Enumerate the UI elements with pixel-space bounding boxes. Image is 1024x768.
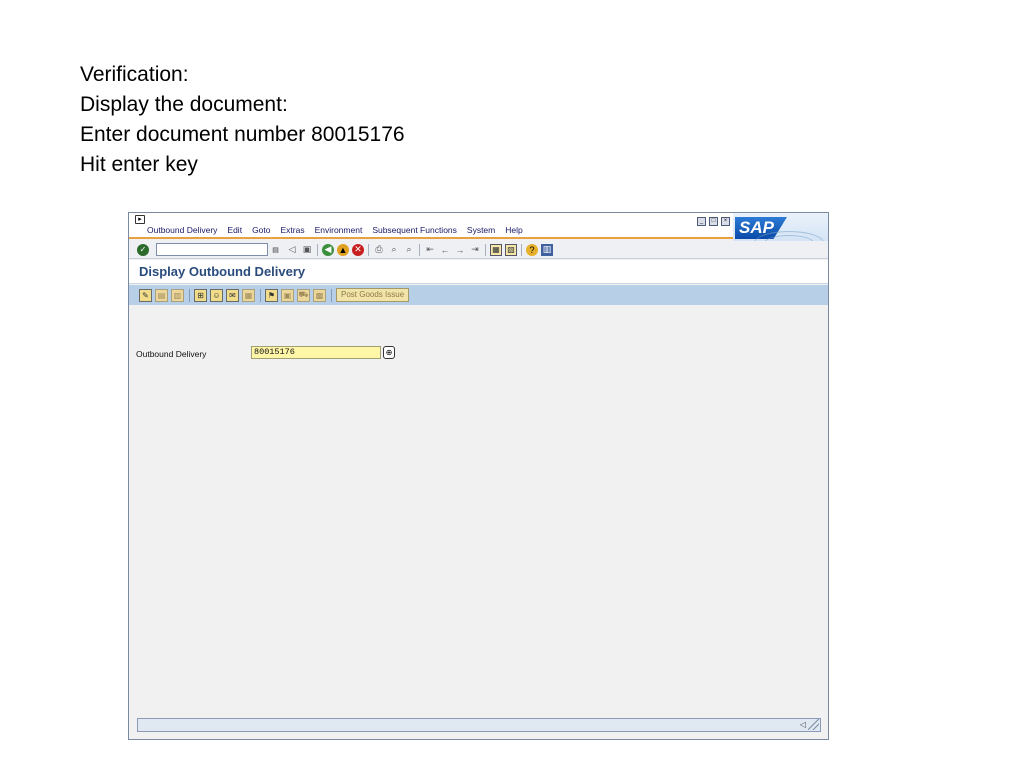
- item-icon[interactable]: ▥: [171, 288, 184, 302]
- standard-toolbar: ✓ ▤ ◁ ▣ ◀ ▲ ✕ ⎙ ⌕ ⌕ ⇤ ← → ⇥ ▦ ▧ ? ▥: [129, 241, 828, 259]
- layout-icon[interactable]: ▥: [541, 243, 553, 256]
- toolbar-separator: [485, 243, 486, 256]
- outbound-delivery-input[interactable]: 80015176: [251, 346, 381, 359]
- dates-icon[interactable]: ▦: [242, 288, 255, 302]
- packing-icon[interactable]: ▣: [281, 288, 294, 302]
- outbound-delivery-label: Outbound Delivery: [136, 349, 207, 359]
- enter-check-icon[interactable]: ✓: [137, 243, 149, 256]
- texts-icon[interactable]: ✉: [226, 288, 239, 302]
- batch-icon[interactable]: ▩: [313, 288, 326, 302]
- menu-bar: ▸ Outbound Delivery Edit Goto Extras Env…: [129, 213, 828, 239]
- toolbar-separator: [521, 243, 522, 256]
- previous-page-icon[interactable]: ←: [439, 244, 451, 256]
- app-toolbar-separator: [331, 288, 332, 302]
- back-icon[interactable]: ◀: [322, 243, 334, 256]
- menu-extras[interactable]: Extras: [281, 225, 305, 235]
- instruction-line-1: Verification:: [80, 63, 189, 86]
- menu-help[interactable]: Help: [505, 225, 522, 235]
- print-icon[interactable]: ⎙: [373, 244, 385, 256]
- status-bar: ◁: [137, 718, 821, 732]
- menu-items: Outbound Delivery Edit Goto Extras Envir…: [147, 225, 533, 235]
- instruction-line-3: Enter document number 80015176: [80, 123, 405, 146]
- system-menu-icon[interactable]: ▸: [135, 215, 145, 224]
- window-controls: _ □ ×: [697, 217, 730, 226]
- picking-icon[interactable]: ⚑: [265, 288, 278, 302]
- command-field[interactable]: [156, 243, 268, 256]
- next-page-icon[interactable]: →: [454, 244, 466, 256]
- menu-goto[interactable]: Goto: [252, 225, 270, 235]
- exit-icon[interactable]: ▲: [337, 243, 349, 256]
- content-area: Outbound Delivery 80015176 ⊕: [129, 306, 828, 716]
- find-next-icon[interactable]: ⌕: [403, 244, 415, 256]
- page-title: Display Outbound Delivery: [139, 264, 306, 279]
- close-icon[interactable]: ×: [721, 217, 730, 226]
- new-session-icon[interactable]: ▦: [490, 243, 502, 256]
- menu-environment[interactable]: Environment: [315, 225, 363, 235]
- help-icon[interactable]: ?: [526, 243, 538, 256]
- menu-outbound-delivery[interactable]: Outbound Delivery: [147, 225, 217, 235]
- app-toolbar-separator: [189, 288, 190, 302]
- find-icon[interactable]: ⌕: [388, 244, 400, 256]
- minimize-icon[interactable]: _: [697, 217, 706, 226]
- partner-icon[interactable]: ☺: [210, 288, 223, 302]
- application-toolbar: ✎ ▤ ▥ ⊞ ☺ ✉ ▦ ⚑ ▣ ⛟ ▩ Post Goods Issue: [129, 285, 828, 305]
- title-bar: Display Outbound Delivery: [129, 260, 828, 284]
- menu-edit[interactable]: Edit: [227, 225, 242, 235]
- value-help-icon[interactable]: ⊕: [383, 346, 395, 359]
- overview-icon[interactable]: ⊞: [194, 288, 207, 302]
- header-icon[interactable]: ▤: [155, 288, 168, 302]
- save-icon[interactable]: ▣: [301, 244, 313, 256]
- menu-subsequent-functions[interactable]: Subsequent Functions: [372, 225, 457, 235]
- instruction-line-2: Display the document:: [80, 93, 288, 116]
- resize-grip-icon[interactable]: [808, 719, 819, 730]
- instructions: Verification: Display the document: Ente…: [80, 60, 780, 180]
- first-page-icon[interactable]: ⇤: [424, 244, 436, 256]
- back-arrow-icon[interactable]: ◁: [286, 244, 298, 256]
- sap-window: ▸ Outbound Delivery Edit Goto Extras Env…: [128, 212, 829, 740]
- shortcut-icon[interactable]: ▧: [505, 243, 517, 256]
- maximize-icon[interactable]: □: [709, 217, 718, 226]
- command-history-icon[interactable]: ▤: [271, 244, 280, 256]
- instruction-line-4: Hit enter key: [80, 153, 198, 176]
- toolbar-separator: [317, 243, 318, 256]
- last-page-icon[interactable]: ⇥: [469, 244, 481, 256]
- toolbar-separator: [368, 243, 369, 256]
- app-toolbar-separator: [260, 288, 261, 302]
- shipment-icon[interactable]: ⛟: [297, 288, 310, 302]
- status-scroll-icon[interactable]: ◁: [800, 720, 806, 729]
- toolbar-separator: [419, 243, 420, 256]
- menu-system[interactable]: System: [467, 225, 495, 235]
- post-goods-issue-button[interactable]: Post Goods Issue: [336, 288, 410, 302]
- cancel-icon[interactable]: ✕: [352, 243, 364, 256]
- display-change-icon[interactable]: ✎: [139, 288, 152, 302]
